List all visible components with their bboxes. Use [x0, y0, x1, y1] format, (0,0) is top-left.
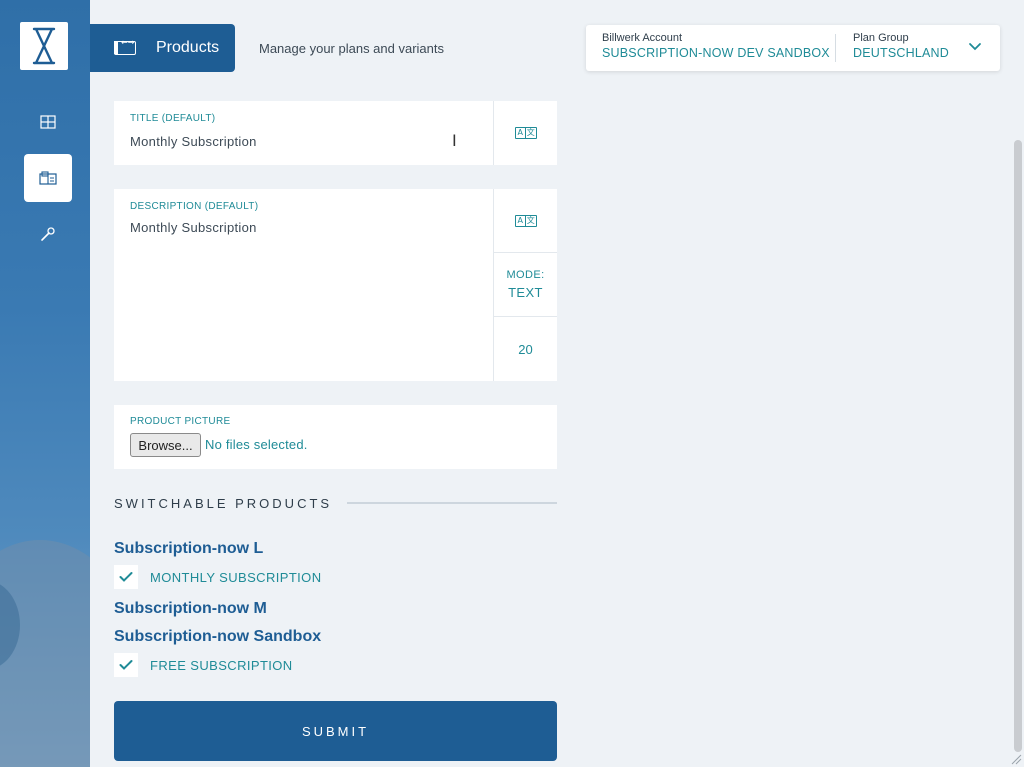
page-subtitle: Manage your plans and variants [259, 41, 445, 56]
description-side-column: A文 MODE: TEXT 20 [493, 189, 557, 381]
switchable-section-title: SWITCHABLE PRODUCTS [114, 496, 333, 511]
checkbox[interactable] [114, 653, 138, 677]
translate-icon: A文 [514, 214, 537, 227]
browse-button[interactable]: Browse... [130, 433, 201, 457]
scrollbar[interactable] [1014, 140, 1022, 752]
char-counter: 20 [494, 317, 557, 381]
plan-group-label: Plan Group [853, 32, 909, 44]
sidebar-item-dashboard[interactable] [24, 98, 72, 146]
description-input[interactable]: Monthly Subscription [130, 220, 257, 235]
mode-value: TEXT [508, 285, 543, 300]
title-side-column: A文 [493, 101, 557, 165]
title-field: TITLE (DEFAULT) Monthly Subscription A文 [114, 101, 557, 165]
product-picture-label: PRODUCT PICTURE [130, 416, 231, 427]
title-translate-button[interactable]: A文 [494, 101, 557, 165]
billwerk-account-label: Billwerk Account [602, 32, 683, 44]
description-translate-button[interactable]: A文 [494, 189, 557, 253]
page-title-chip: Products [90, 24, 235, 72]
description-field: DESCRIPTION (DEFAULT) Monthly Subscripti… [114, 189, 557, 381]
app-logo[interactable] [20, 22, 68, 70]
product-card-icon [114, 38, 136, 55]
page-title: Products [156, 39, 220, 56]
checkbox[interactable] [114, 565, 138, 589]
mode-toggle[interactable]: MODE: TEXT [494, 253, 557, 317]
billwerk-account-value: SUBSCRIPTION-NOW DEV SANDBOX [602, 46, 830, 60]
submit-button[interactable]: SUBMIT [114, 701, 557, 761]
account-divider [835, 34, 836, 62]
chevron-down-icon[interactable] [968, 39, 982, 55]
resize-handle-icon[interactable] [1010, 753, 1022, 765]
switchable-option[interactable]: FREE SUBSCRIPTION [114, 653, 293, 677]
checkmark-icon [119, 572, 133, 582]
product-picture-field: PRODUCT PICTURE Browse... No files selec… [114, 405, 557, 469]
mode-label: MODE: [506, 269, 545, 281]
sidebar-item-settings[interactable] [24, 210, 72, 258]
hourglass-icon [32, 27, 56, 65]
description-label: DESCRIPTION (DEFAULT) [130, 201, 259, 212]
sidebar-item-products[interactable] [24, 154, 72, 202]
plan-group: Plan Group DEUTSCHLAND [853, 32, 949, 60]
grid-icon [40, 115, 56, 129]
group-title: Subscription-now Sandbox [114, 628, 322, 645]
account-selector[interactable]: Billwerk Account SUBSCRIPTION-NOW DEV SA… [586, 25, 1000, 71]
wrench-icon [41, 227, 55, 241]
text-cursor-icon: I [452, 131, 457, 150]
products-icon [39, 171, 57, 185]
switchable-option[interactable]: MONTHLY SUBSCRIPTION [114, 565, 321, 589]
group-title: Subscription-now M [114, 600, 267, 617]
group-title: Subscription-now L [114, 540, 264, 557]
plan-group-value: DEUTSCHLAND [853, 46, 949, 60]
char-count: 20 [518, 341, 533, 357]
file-status: No files selected. [205, 437, 308, 452]
checkmark-icon [119, 660, 133, 670]
translate-icon: A文 [514, 127, 537, 139]
title-label: TITLE (DEFAULT) [130, 113, 216, 124]
sidebar-background-shape [0, 540, 90, 767]
section-divider [347, 502, 557, 504]
option-label: FREE SUBSCRIPTION [150, 657, 293, 673]
billwerk-account: Billwerk Account SUBSCRIPTION-NOW DEV SA… [602, 32, 830, 60]
title-input[interactable]: Monthly Subscription [130, 134, 257, 149]
sidebar [0, 0, 90, 767]
option-label: MONTHLY SUBSCRIPTION [150, 569, 322, 585]
